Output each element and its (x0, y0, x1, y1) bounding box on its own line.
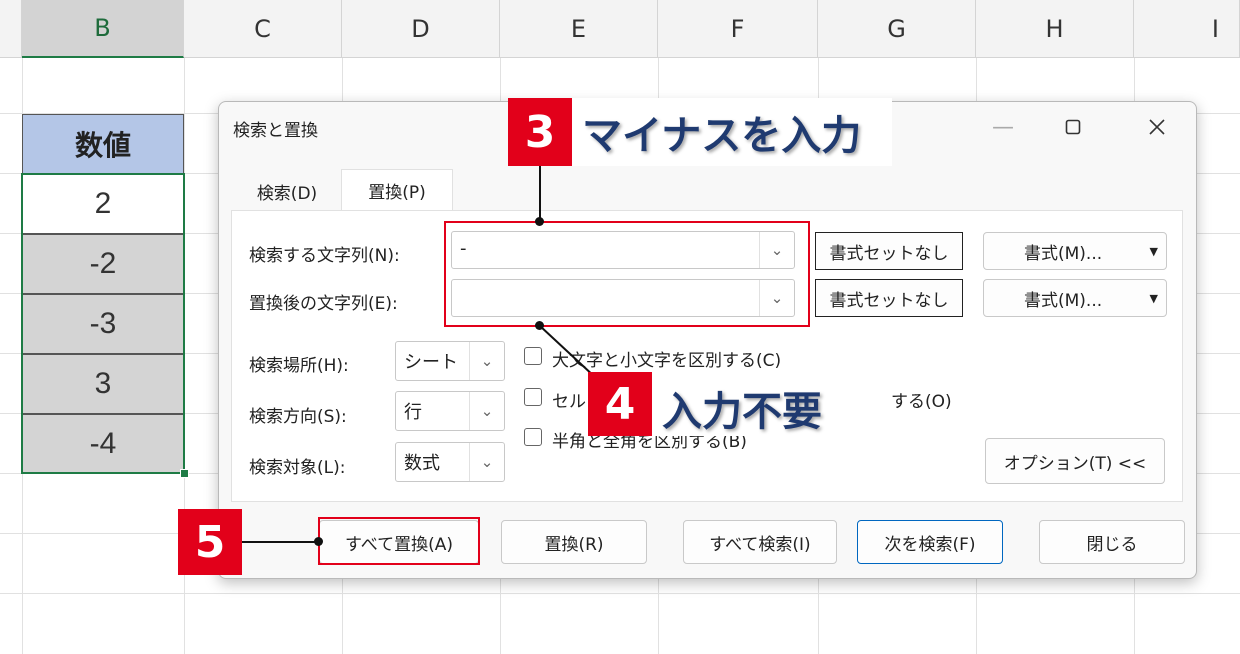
chevron-down-icon: ⌄ (469, 392, 504, 430)
row-line (0, 593, 1240, 594)
replace-no-format-button[interactable]: 書式セットなし (815, 279, 963, 317)
column-header-g[interactable]: G (818, 0, 976, 58)
find-replace-dialog: 検索と置換 — 検索(D) 置換(P) 検索する文字列(N): - ⌄ 書式セッ… (218, 101, 1197, 579)
replace-button[interactable]: 置換(R) (501, 520, 647, 564)
search-direction-select[interactable]: 行 ⌄ (395, 391, 505, 431)
column-header-i[interactable]: I (1134, 0, 1240, 58)
within-select[interactable]: シート ⌄ (395, 341, 505, 381)
corner-header[interactable] (0, 0, 22, 58)
column-header-b[interactable]: B (22, 0, 184, 58)
maximize-icon[interactable] (1053, 112, 1093, 142)
search-direction-label: 検索方向(S): (249, 407, 347, 427)
search-direction-value: 行 (404, 402, 422, 423)
match-entire-cell-checkbox[interactable] (524, 388, 542, 406)
close-button[interactable]: 閉じる (1039, 520, 1185, 564)
input-highlight-box (444, 221, 810, 327)
tab-replace[interactable]: 置換(P) (341, 169, 453, 211)
step5-leader-line (242, 541, 320, 543)
step4-caption: 入力不要 (652, 380, 864, 436)
dialog-title: 検索と置換 (233, 121, 318, 141)
step3-leader-line (539, 166, 541, 221)
find-all-button[interactable]: すべて検索(I) (683, 520, 837, 564)
cell-header-value[interactable]: 数値 (22, 114, 184, 174)
match-entire-cell-label-end: する(O) (891, 392, 952, 412)
step5-leader-dot (314, 537, 323, 546)
look-in-select[interactable]: 数式 ⌄ (395, 442, 505, 482)
find-label: 検索する文字列(N): (249, 246, 400, 266)
column-header-d[interactable]: D (342, 0, 500, 58)
step4-badge: 4 (588, 372, 652, 436)
chevron-down-icon: ⌄ (469, 342, 504, 380)
fill-handle[interactable] (180, 469, 189, 478)
step5-badge: 5 (178, 509, 242, 575)
minimize-icon[interactable]: — (983, 112, 1023, 142)
look-in-label: 検索対象(L): (249, 458, 346, 478)
dropdown-arrow-icon: ▼ (1149, 244, 1158, 258)
chevron-down-icon: ⌄ (469, 443, 504, 481)
step3-badge: 3 (508, 98, 572, 166)
match-entire-cell-label-start: セル (552, 392, 586, 412)
within-label: 検索場所(H): (249, 356, 349, 376)
find-next-button[interactable]: 次を検索(F) (857, 520, 1003, 564)
selection-border (21, 173, 185, 474)
column-header-f[interactable]: F (658, 0, 818, 58)
find-no-format-button[interactable]: 書式セットなし (815, 232, 963, 270)
step3-caption: マイナスを入力 (572, 98, 892, 166)
options-button[interactable]: オプション(T) << (985, 438, 1165, 484)
replace-format-button[interactable]: 書式(M)... ▼ (983, 279, 1167, 317)
step3-leader-dot (535, 217, 544, 226)
match-byte-checkbox[interactable] (524, 428, 542, 446)
look-in-value: 数式 (404, 453, 440, 474)
column-header-c[interactable]: C (184, 0, 342, 58)
close-icon[interactable] (1137, 112, 1177, 142)
step4-leader-dot (535, 321, 544, 330)
within-value: シート (404, 352, 458, 373)
find-format-button[interactable]: 書式(M)... ▼ (983, 232, 1167, 270)
tab-find[interactable]: 検索(D) (233, 170, 341, 212)
replace-all-highlight-box (318, 517, 480, 565)
find-format-label: 書式(M)... (1024, 243, 1103, 264)
column-header-e[interactable]: E (500, 0, 658, 58)
replace-format-label: 書式(M)... (1024, 290, 1103, 311)
replace-label: 置換後の文字列(E): (249, 294, 398, 314)
column-header-h[interactable]: H (976, 0, 1134, 58)
dropdown-arrow-icon: ▼ (1149, 291, 1158, 305)
